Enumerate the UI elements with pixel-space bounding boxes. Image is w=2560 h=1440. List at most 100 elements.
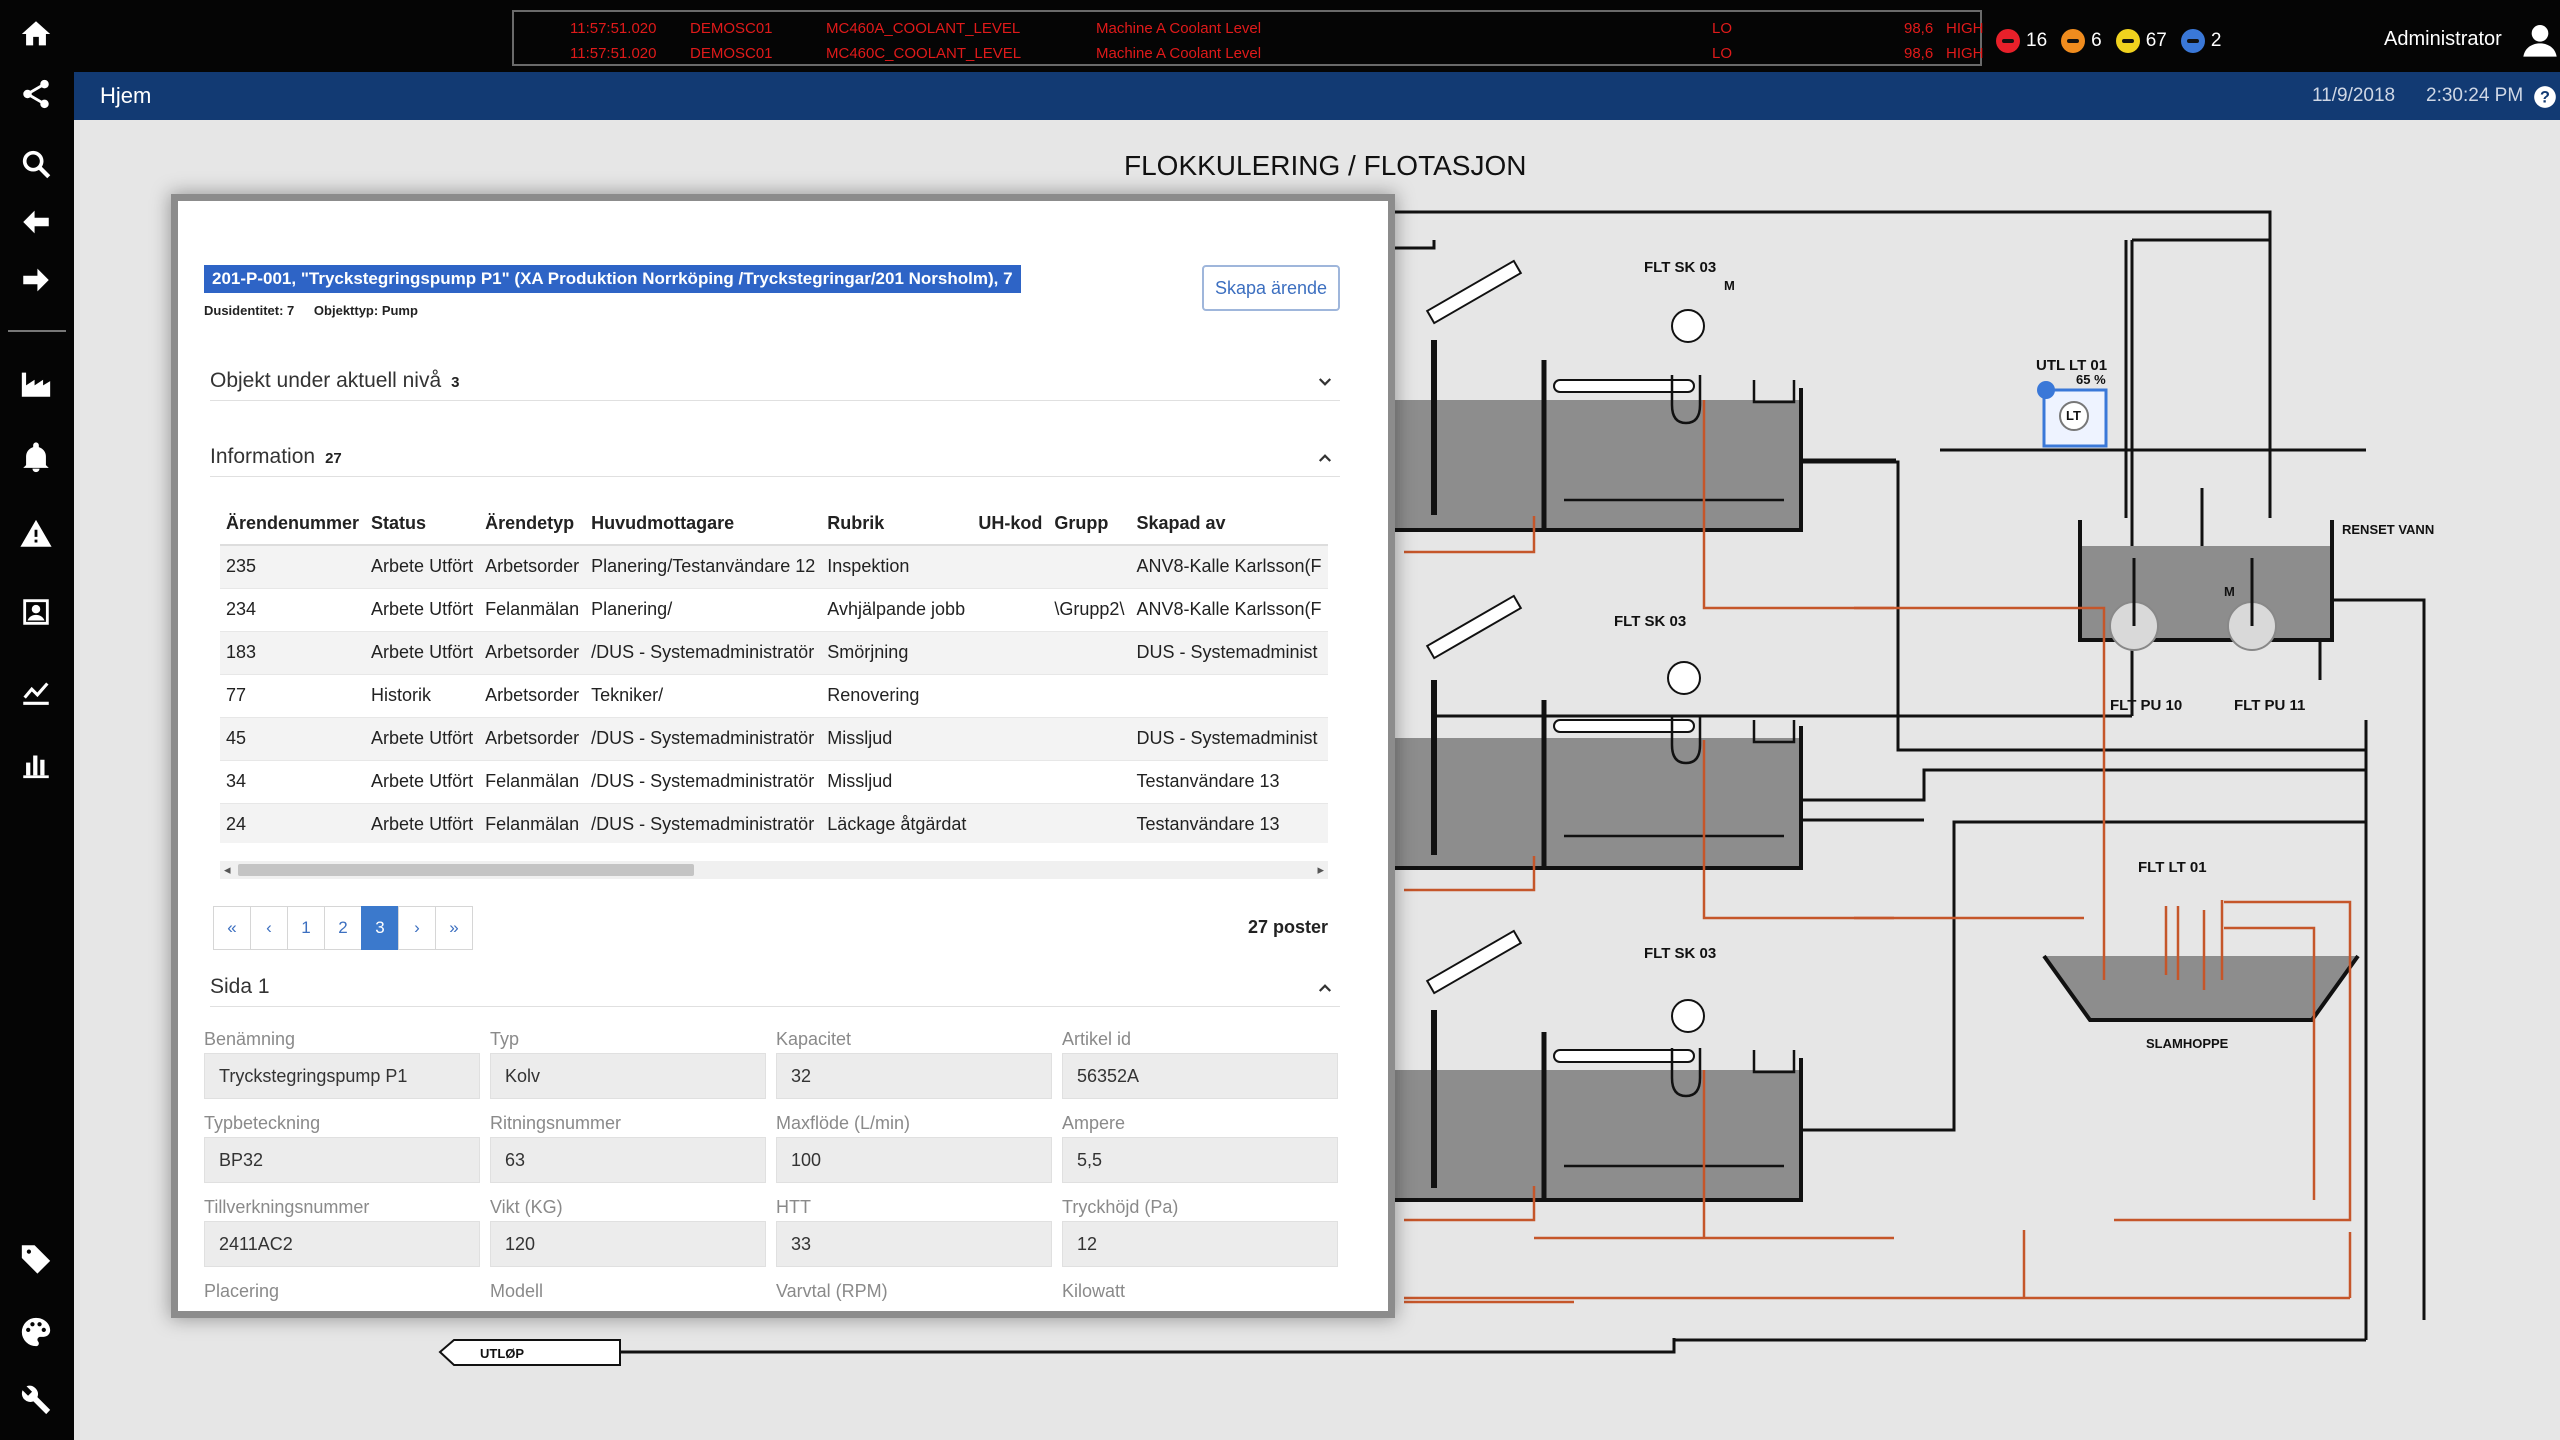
table-cell [1048, 717, 1131, 761]
user-icon[interactable] [2520, 20, 2560, 60]
table-cell: Felanmälan [479, 803, 586, 843]
field-input[interactable]: 2411AC2 [204, 1221, 480, 1267]
table-cell [1048, 545, 1131, 589]
page-next-button[interactable]: › [398, 906, 436, 950]
page-2-button[interactable]: 2 [324, 906, 362, 950]
section-title: Sida 1 [210, 975, 270, 998]
page-title[interactable]: Hjem [100, 83, 151, 109]
table-cell: Avhjälpande jobb [821, 588, 973, 632]
section-information[interactable]: Information 27 [210, 437, 1340, 477]
section-objects[interactable]: Objekt under aktuell nivå 3 [210, 361, 1340, 401]
tank-3 [1387, 1010, 1803, 1202]
column-header[interactable]: UH-kod [972, 503, 1049, 546]
wrench-icon[interactable] [14, 1380, 58, 1420]
alarm-banner[interactable]: 11:57:51.020 DEMOSC01 MC460A_COOLANT_LEV… [512, 10, 1984, 66]
field-input[interactable]: 63 [490, 1137, 766, 1183]
table-row[interactable]: 77 Historik Arbetsorder Tekniker/Renovering [220, 674, 1328, 718]
page-first-button[interactable]: « [213, 906, 251, 950]
field-label: Placering [204, 1281, 280, 1301]
high-alarm-counter[interactable]: 6 [2061, 29, 2102, 53]
field-input[interactable]: 120 [490, 1221, 766, 1267]
page-1-button[interactable]: 1 [287, 906, 325, 950]
alarm-row[interactable]: 11:57:51.020 DEMOSC01 MC460C_COOLANT_LEV… [514, 41, 1984, 65]
factory-icon[interactable] [14, 364, 58, 404]
column-header[interactable]: Ärendetyp [479, 503, 586, 546]
palette-icon[interactable] [14, 1312, 58, 1352]
field-label: Kilowatt [1062, 1281, 1126, 1301]
table-row[interactable]: 234 Arbete Utfört Felanmälan Planering/Avhj… [220, 588, 1328, 632]
medium-alarm-counter[interactable]: 67 [2115, 29, 2167, 53]
section-count: 3 [451, 374, 460, 391]
horizontal-scrollbar[interactable]: ◂ ▸ [220, 861, 1328, 879]
table-row[interactable]: 235 Arbete Utfört Arbetsorder Planering/Tes… [220, 545, 1328, 589]
tank-3-label: FLT SK 03 [1644, 945, 1716, 962]
chevron-up-icon[interactable] [1316, 449, 1334, 467]
field-input[interactable]: 12 [1062, 1221, 1338, 1267]
object-title[interactable]: 201-P-001, "Tryckstegringspump P1" (XA P… [204, 265, 1021, 293]
scroll-right-icon[interactable]: ▸ [1317, 862, 1324, 878]
field-input[interactable]: 100 [776, 1137, 1052, 1183]
critical-alarm-counter[interactable]: 16 [1996, 29, 2047, 53]
alarm-row[interactable]: 11:57:51.020 DEMOSC01 MC460A_COOLANT_LEV… [514, 16, 1984, 40]
contacts-icon[interactable] [14, 592, 58, 632]
table-cell [972, 631, 1049, 675]
low-alarm-counter[interactable]: 2 [2180, 29, 2221, 53]
field-input[interactable]: 5,5 [1062, 1137, 1338, 1183]
trend-icon[interactable] [14, 672, 58, 712]
table-row[interactable]: 24 Arbete Utfört Felanmälan/DUS - Systemad… [220, 803, 1328, 843]
table-cell: DUS - Systemadminist [1130, 717, 1328, 761]
warning-icon[interactable] [14, 514, 58, 554]
field-input[interactable]: 56352A [1062, 1053, 1338, 1099]
section-label: Sida 1 [210, 975, 270, 999]
forward-arrow-icon[interactable] [14, 260, 58, 300]
page-3-button[interactable]: 3 [361, 906, 399, 950]
chevron-up-icon[interactable] [1316, 979, 1334, 997]
column-header[interactable]: Skapad av [1130, 503, 1328, 546]
field-input[interactable]: 33 [776, 1221, 1052, 1267]
table-row[interactable]: 34 Arbete Utfört Felanmälan/DUS - Systemad… [220, 760, 1328, 804]
field-input[interactable]: Kolv [490, 1053, 766, 1099]
table-row[interactable]: 183 Arbete Utfört Arbetsorder/DUS - System… [220, 631, 1328, 675]
alarm-count: 67 [2145, 30, 2167, 51]
table-cell: 24 [220, 803, 366, 843]
page-prev-button[interactable]: ‹ [250, 906, 288, 950]
alarm-description: Machine A Coolant Level [1096, 20, 1262, 37]
chevron-down-icon[interactable] [1316, 373, 1334, 391]
field-label: Varvtal (RPM) [776, 1281, 888, 1301]
scroll-left-icon[interactable]: ◂ [224, 862, 231, 878]
table-cell: Arbete Utfört [365, 760, 480, 804]
table-cell [972, 717, 1049, 761]
table-cell: Planering/ [585, 588, 822, 632]
column-header[interactable]: Huvudmottagare [585, 503, 822, 546]
field-input[interactable]: Tryckstegringspump P1 [204, 1053, 480, 1099]
section-page[interactable]: Sida 1 [210, 967, 1340, 1007]
search-icon[interactable] [14, 144, 58, 184]
table-row[interactable]: 45 Arbete Utfört Arbetsorder/DUS - Systema… [220, 717, 1328, 761]
help-icon[interactable]: ? [2532, 84, 2558, 110]
object-entity-id: Dusidentitet: 7 [204, 303, 295, 318]
home-icon[interactable] [14, 14, 58, 54]
bar-chart-icon[interactable] [14, 744, 58, 784]
tag-icon[interactable] [14, 1238, 58, 1278]
table-cell: DUS - Systemadminist [1130, 631, 1328, 675]
table-cell: Smörjning [821, 631, 973, 675]
back-arrow-icon[interactable] [14, 202, 58, 242]
scrollbar-thumb[interactable] [238, 864, 694, 876]
field-label: Modell [490, 1281, 544, 1301]
column-header[interactable]: Grupp [1048, 503, 1131, 546]
share-icon[interactable] [14, 74, 58, 114]
user-name[interactable]: Administrator [2384, 28, 2502, 51]
sludge-hopper-label: SLAMHOPPE [2146, 1036, 2229, 1051]
create-case-button[interactable]: Skapa ärende [1202, 265, 1340, 311]
alarm-count: 16 [2026, 30, 2048, 51]
page-last-button[interactable]: » [435, 906, 473, 950]
field-input[interactable]: 32 [776, 1053, 1052, 1099]
level-symbol: LT [2066, 408, 2081, 423]
column-header[interactable]: Ärendenummer [220, 503, 366, 546]
column-header[interactable]: Status [365, 503, 480, 546]
field-input[interactable]: BP32 [204, 1137, 480, 1183]
bell-icon[interactable] [14, 438, 58, 478]
column-header[interactable]: Rubrik [821, 503, 973, 546]
alarm-counters: 16 6 67 2 [1996, 26, 2221, 56]
section-title: Information [210, 445, 316, 468]
